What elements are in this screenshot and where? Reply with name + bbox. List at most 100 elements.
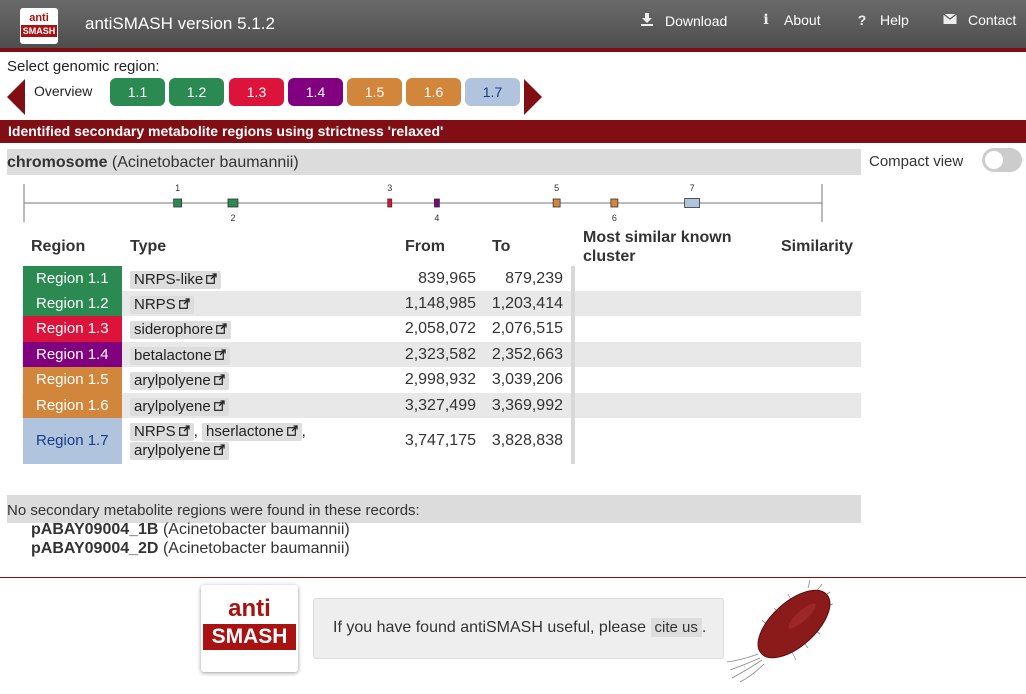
type-label: NRPS — [134, 423, 176, 440]
overview-region-label: 1 — [175, 183, 180, 193]
antismash-footer-logo: anti SMASH — [201, 585, 298, 672]
external-link-icon — [213, 374, 225, 388]
external-link-icon — [214, 349, 226, 363]
overview-region-marker[interactable] — [684, 198, 701, 208]
overview-region-label: 4 — [434, 213, 439, 223]
overview-region-label: 7 — [690, 183, 695, 193]
type-link[interactable]: hserlactone — [202, 423, 302, 441]
external-link-icon — [178, 425, 190, 439]
column-divider — [571, 291, 575, 316]
overview-region-marker[interactable] — [552, 198, 561, 208]
nav-help[interactable]: ? Help — [854, 12, 909, 28]
type-cell: NRPS — [130, 295, 330, 314]
envelope-icon — [942, 12, 958, 28]
region-button-1-1[interactable]: 1.1 — [110, 78, 165, 106]
antismash-logo[interactable]: anti SMASH — [20, 8, 58, 44]
column-divider — [571, 393, 575, 418]
region-button-1-5[interactable]: 1.5 — [347, 78, 402, 106]
region-button-1-7[interactable]: 1.7 — [465, 78, 520, 106]
app-title: antiSMASH version 5.1.2 — [85, 14, 275, 33]
region-cell-link[interactable]: Region 1.7 — [23, 418, 122, 464]
overview-button[interactable]: Overview — [34, 83, 92, 99]
type-cell: NRPS-like — [130, 270, 330, 289]
citation-text: If you have found antiSMASH useful, plea… — [333, 619, 647, 636]
top-navbar: anti SMASH antiSMASH version 5.1.2 Downl… — [0, 0, 1026, 52]
overview-region-marker[interactable] — [227, 198, 239, 208]
from-cell: 1,148,985 — [404, 295, 476, 312]
overview-region-label: 6 — [612, 213, 617, 223]
nav-about[interactable]: i About — [758, 12, 821, 28]
compact-view-label: Compact view — [869, 153, 964, 170]
download-icon — [639, 12, 655, 29]
external-link-icon — [216, 323, 227, 337]
region-cell-link[interactable]: Region 1.4 — [23, 342, 122, 367]
footer-logo-text-bottom: SMASH — [203, 624, 296, 650]
type-cell: arylpolyene — [130, 397, 330, 416]
to-cell: 3,039,206 — [491, 371, 563, 388]
region-button-1-3[interactable]: 1.3 — [229, 78, 284, 106]
type-cell: betalactone — [130, 346, 330, 365]
no-region-record[interactable]: pABAY09004_1B (Acinetobacter baumannii) — [31, 521, 350, 539]
type-label: hserlactone — [206, 423, 284, 440]
type-separator: , — [193, 423, 203, 440]
overview-region-marker[interactable] — [387, 198, 393, 208]
column-header-most-similar[interactable]: Most similar known cluster — [583, 228, 753, 266]
type-link[interactable]: arylpolyene — [130, 372, 229, 390]
type-label: NRPS-like — [134, 271, 204, 288]
type-link[interactable]: siderophore — [130, 321, 232, 339]
type-link[interactable]: NRPS — [130, 423, 194, 441]
external-link-icon — [206, 273, 217, 287]
nav-help-label: Help — [880, 12, 909, 28]
nav-contact-label: Contact — [968, 12, 1017, 28]
column-header-region[interactable]: Region — [31, 238, 85, 256]
previous-region-arrow-icon[interactable] — [7, 79, 25, 115]
column-header-similarity[interactable]: Similarity — [781, 238, 853, 256]
overview-region-marker[interactable] — [610, 198, 619, 208]
type-link[interactable]: arylpolyene — [130, 398, 229, 416]
type-cell: siderophore — [130, 320, 330, 339]
record-organism: (Acinetobacter baumannii) — [111, 154, 299, 171]
citation-box: If you have found antiSMASH useful, plea… — [313, 598, 724, 659]
region-cell-link[interactable]: Region 1.6 — [23, 393, 122, 418]
nav-download[interactable]: Download — [639, 12, 727, 29]
region-button-1-6[interactable]: 1.6 — [406, 78, 461, 106]
column-header-type[interactable]: Type — [130, 238, 166, 256]
overview-region-marker[interactable] — [173, 198, 183, 208]
column-divider — [571, 367, 575, 393]
type-cell: arylpolyene — [130, 371, 330, 390]
no-region-record-organism: (Acinetobacter baumannii) — [162, 521, 350, 538]
type-label: betalactone — [134, 347, 212, 364]
from-cell: 839,965 — [418, 270, 476, 287]
nav-contact[interactable]: Contact — [942, 12, 1016, 28]
region-cell-link[interactable]: Region 1.5 — [23, 367, 122, 393]
type-link[interactable]: arylpolyene — [130, 442, 229, 460]
footer-divider — [0, 577, 1026, 578]
overview-region-marker[interactable] — [434, 198, 440, 208]
record-heading: chromosome (Acinetobacter baumannii) — [7, 149, 861, 175]
type-link[interactable]: NRPS — [130, 296, 194, 314]
type-link[interactable]: betalactone — [130, 347, 230, 365]
compact-view-toggle[interactable] — [982, 148, 1022, 172]
cite-us-button[interactable]: cite us — [650, 618, 702, 637]
to-cell: 3,369,992 — [491, 397, 563, 414]
type-link[interactable]: NRPS-like — [130, 271, 222, 289]
nav-about-label: About — [784, 12, 821, 28]
to-cell: 3,828,838 — [491, 432, 563, 449]
region-button-1-4[interactable]: 1.4 — [288, 78, 343, 106]
region-cell-link[interactable]: Region 1.2 — [23, 291, 122, 316]
column-header-from[interactable]: From — [405, 238, 445, 256]
from-cell: 2,058,072 — [404, 320, 476, 337]
no-region-record[interactable]: pABAY09004_2D (Acinetobacter baumannii) — [31, 540, 350, 558]
region-cell-link[interactable]: Region 1.3 — [23, 316, 122, 342]
type-label: NRPS — [134, 296, 176, 313]
type-label: arylpolyene — [134, 442, 211, 459]
region-button-1-2[interactable]: 1.2 — [169, 78, 224, 106]
to-cell: 2,352,663 — [491, 346, 563, 363]
type-cell: NRPS, hserlactone, arylpolyene — [130, 422, 330, 460]
region-cell-link[interactable]: Region 1.1 — [23, 266, 122, 291]
footer-logo-text-top: anti — [228, 595, 271, 622]
column-header-to[interactable]: To — [492, 238, 510, 256]
overview-region-label: 3 — [387, 183, 392, 193]
next-region-arrow-icon[interactable] — [524, 79, 542, 115]
no-region-record-organism: (Acinetobacter baumannii) — [162, 540, 350, 557]
